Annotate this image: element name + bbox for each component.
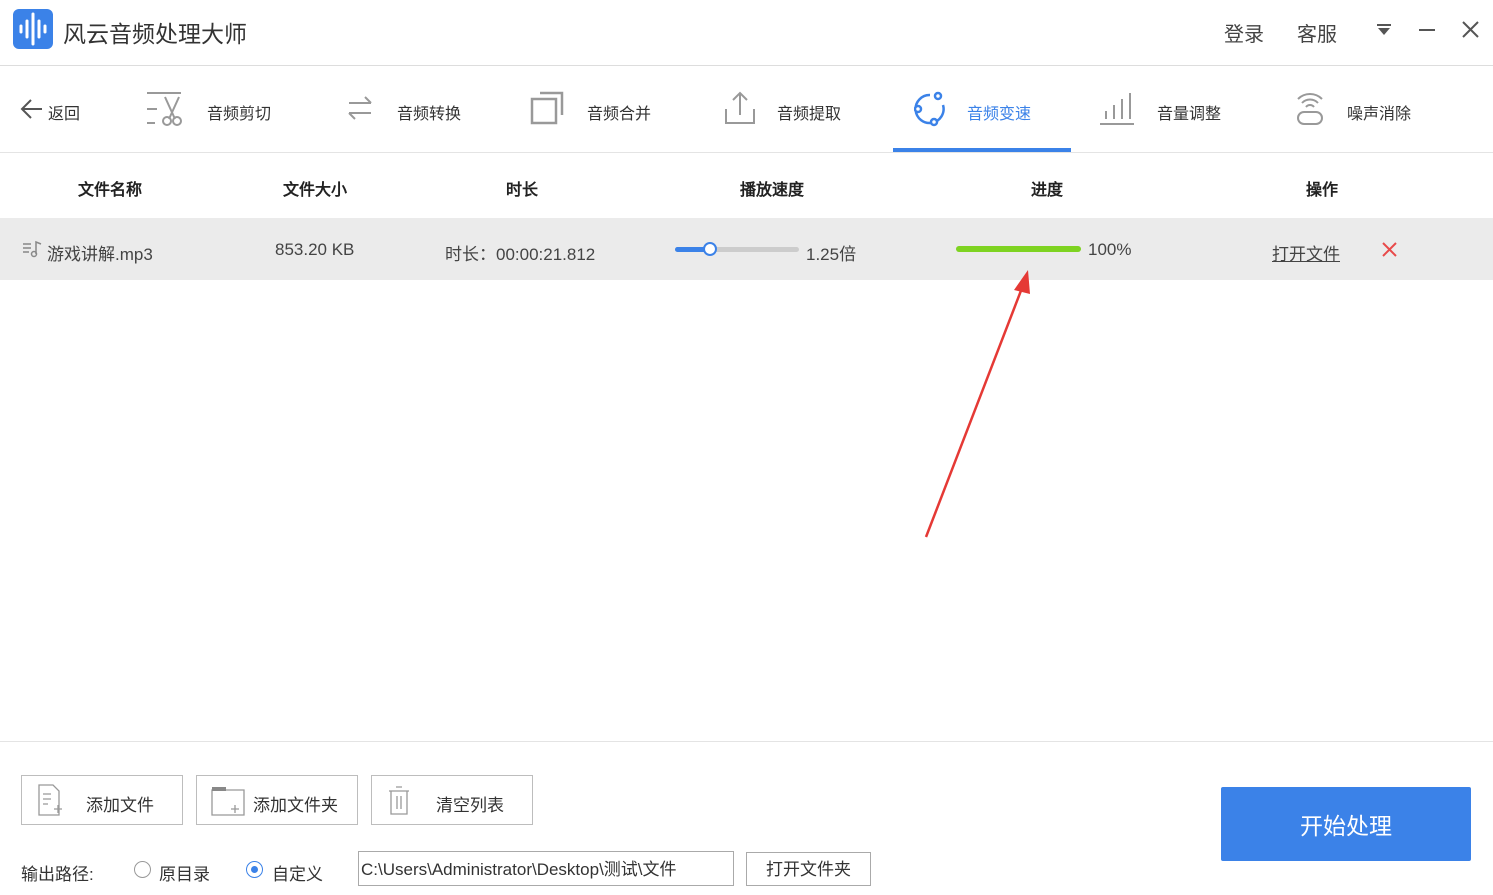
service-link[interactable]: 客服 [1297,18,1337,47]
speed-slider[interactable] [675,242,799,256]
add-file-label: 添加文件 [86,796,154,815]
radio-custom-dir[interactable] [246,861,263,878]
app-title: 风云音频处理大师 [63,21,247,47]
app-logo-icon [13,9,53,49]
original-dir-label: 原目录 [159,865,210,884]
progress-fill [956,246,1081,252]
login-link[interactable]: 登录 [1224,18,1264,47]
menu-dropdown-icon[interactable] [1376,24,1392,36]
header-action: 操作 [1305,182,1339,199]
close-icon[interactable] [1462,21,1479,38]
music-file-icon [23,240,42,258]
tab-audio-speed[interactable]: 音频变速 [914,67,1054,153]
file-name: 游戏讲解.mp3 [47,245,153,264]
output-path-input[interactable]: C:\Users\Administrator\Desktop\测试\文件 [358,851,734,886]
trash-icon [389,786,409,815]
tab-label: 音频提取 [777,106,842,123]
custom-dir-label: 自定义 [272,865,323,884]
progress-label: 100% [1088,240,1132,259]
title-bar: 风云音频处理大师 登录 客服 [0,0,1493,66]
tab-noise-removal[interactable]: 噪声消除 [1295,67,1435,153]
toolbar: 返回 音频剪切 音频转换 音频合并 音频提取 音频变速 音量调整 噪声消除 [0,67,1493,153]
file-duration: 时长：00:00:21.812 [445,245,596,264]
header-filesize: 文件大小 [282,182,348,199]
tab-audio-convert[interactable]: 音频转换 [345,67,485,153]
arrow-left-icon [20,99,42,119]
extract-icon [725,91,755,124]
progress-bar [956,246,1081,252]
add-folder-icon [211,787,245,816]
header-duration: 时长 [505,182,539,199]
merge-icon [530,91,564,125]
delete-icon[interactable] [1382,242,1397,257]
start-processing-button[interactable]: 开始处理 [1221,787,1471,861]
header-progress: 进度 [1030,182,1064,199]
radio-original-dir[interactable] [134,861,151,878]
add-folder-label: 添加文件夹 [253,796,338,815]
tab-label: 音频变速 [967,106,1032,123]
clear-list-label: 清空列表 [436,796,504,815]
open-file-link[interactable]: 打开文件 [1272,240,1340,265]
volume-icon [1100,93,1134,125]
tab-label: 音频转换 [397,106,462,123]
header-speed: 播放速度 [739,182,805,199]
file-size: 853.20 KB [275,240,355,259]
header-filename: 文件名称 [77,182,143,199]
speed-icon [914,91,945,127]
tab-audio-cut[interactable]: 音频剪切 [145,67,285,153]
tab-audio-merge[interactable]: 音频合并 [530,67,670,153]
clear-list-button[interactable]: 清空列表 [371,775,533,825]
speed-slider-thumb[interactable] [702,242,717,256]
output-path-label: 输出路径: [21,865,94,884]
open-folder-button[interactable]: 打开文件夹 [746,852,871,886]
table-row[interactable]: 游戏讲解.mp3 853.20 KB 时长：00:00:21.812 1.25倍… [0,218,1493,280]
tab-audio-extract[interactable]: 音频提取 [724,67,864,153]
tab-volume[interactable]: 音量调整 [1098,67,1238,153]
add-folder-button[interactable]: 添加文件夹 [196,775,358,825]
active-tab-indicator [893,148,1071,152]
scissors-icon [147,92,182,126]
tab-label: 音量调整 [1157,106,1222,123]
add-file-button[interactable]: 添加文件 [21,775,183,825]
tab-label: 噪声消除 [1347,106,1412,123]
tab-label: 音频合并 [587,106,652,123]
back-button[interactable]: 返回 [18,67,98,153]
divider [0,741,1493,742]
add-file-icon [38,784,62,816]
noise-icon [1297,93,1323,125]
minimize-icon[interactable] [1419,29,1435,32]
convert-icon [348,96,372,120]
speed-value: 1.25倍 [806,245,857,264]
tab-label: 音频剪切 [207,106,272,123]
back-label: 返回 [48,106,81,123]
